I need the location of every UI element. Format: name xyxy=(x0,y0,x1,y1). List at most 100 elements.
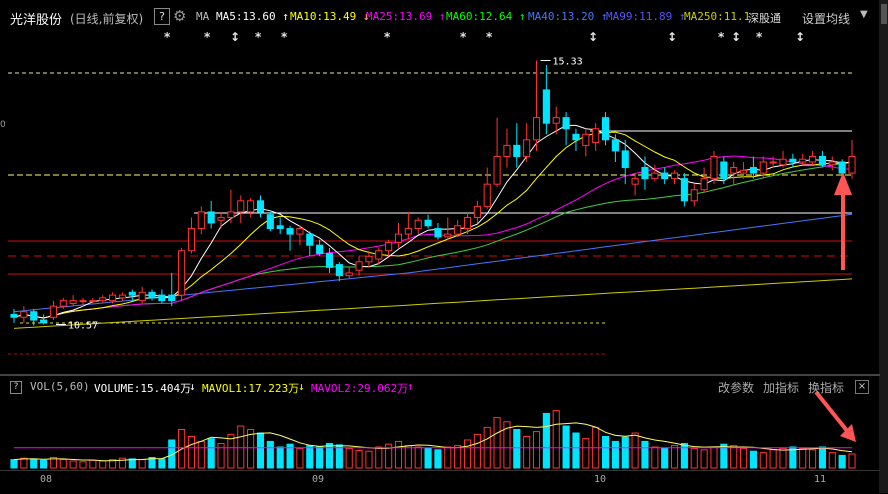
volume-bar xyxy=(670,445,679,469)
candle xyxy=(680,178,688,202)
candle xyxy=(444,233,452,238)
candle xyxy=(818,155,826,166)
volume-bar xyxy=(532,431,541,469)
candlestick-chart[interactable]: 15.33 10.57 xyxy=(0,0,880,493)
candle xyxy=(59,300,67,307)
candle xyxy=(109,294,117,302)
volume-bar xyxy=(661,447,669,469)
volume-bar xyxy=(138,459,146,469)
ma250-line xyxy=(13,278,853,329)
candle xyxy=(266,214,274,230)
candle xyxy=(572,133,580,141)
candle xyxy=(700,178,708,191)
candle xyxy=(247,200,255,213)
volume-bar xyxy=(799,447,807,469)
close-icon[interactable]: × xyxy=(855,380,869,394)
volume-bar xyxy=(434,449,442,469)
volume-bar xyxy=(769,449,777,469)
switch-indicator-button[interactable]: 换指标 xyxy=(808,379,844,396)
candle xyxy=(454,225,462,235)
candle xyxy=(789,158,797,163)
candle xyxy=(99,297,107,302)
candle xyxy=(316,244,324,255)
volume-value: VOLUME:15.404万 xyxy=(94,382,192,395)
volume-bar xyxy=(296,447,304,469)
candle xyxy=(276,225,284,230)
volume-bar xyxy=(345,447,353,469)
volume-bar xyxy=(158,458,166,469)
volume-bar xyxy=(523,436,531,469)
ma5-line xyxy=(13,124,853,319)
candle xyxy=(562,117,570,130)
volume-bar xyxy=(404,445,412,469)
candle xyxy=(178,250,186,296)
volume-bar xyxy=(276,446,284,469)
volume-bar xyxy=(306,445,314,469)
scrollbar-track[interactable] xyxy=(879,0,888,493)
candle xyxy=(385,241,393,252)
add-indicator-button[interactable]: 加指标 xyxy=(763,379,799,396)
volume-bar xyxy=(227,433,235,469)
volume-bar xyxy=(838,454,846,469)
candle xyxy=(355,261,363,271)
volume-bar xyxy=(493,417,501,469)
time-axis xyxy=(0,470,880,494)
candle xyxy=(365,255,373,263)
volume-bar xyxy=(848,453,856,469)
candle xyxy=(799,158,807,163)
candle xyxy=(592,128,600,144)
volume-bar xyxy=(828,452,836,469)
candle xyxy=(473,205,481,218)
candle xyxy=(79,300,87,303)
volume-bar xyxy=(40,459,48,469)
candle xyxy=(690,189,698,202)
volume-bar xyxy=(444,446,452,469)
candle xyxy=(306,233,314,246)
scrollbar-thumb[interactable] xyxy=(881,4,887,24)
volume-bar xyxy=(69,460,77,469)
candle xyxy=(286,228,294,235)
mavol1-value: MAVOL1:17.223万 xyxy=(202,382,300,395)
ma10-line xyxy=(13,131,853,319)
volume-bar xyxy=(739,447,748,469)
candle xyxy=(670,172,679,180)
candle xyxy=(414,219,422,230)
panel-divider[interactable] xyxy=(0,374,880,376)
volume-bar xyxy=(611,440,619,469)
volume-bar xyxy=(266,440,274,469)
volume-bar xyxy=(690,447,698,469)
candle xyxy=(148,291,156,299)
volume-bar xyxy=(779,447,787,469)
volume-bar xyxy=(335,444,343,469)
volume-indicator-name[interactable]: VOL(5,60) xyxy=(30,380,90,393)
volume-bar xyxy=(513,429,521,469)
volume-bar xyxy=(89,459,97,469)
candle xyxy=(227,211,235,218)
candle xyxy=(483,183,491,207)
high-price-label: 15.33 xyxy=(553,57,583,68)
volume-help-button[interactable]: ? xyxy=(10,381,22,394)
volume-bar xyxy=(463,439,472,469)
volume-bar xyxy=(79,461,87,469)
candle xyxy=(532,117,541,141)
volume-bar xyxy=(20,457,28,469)
candle xyxy=(828,161,836,166)
volume-bar xyxy=(700,449,708,469)
candle xyxy=(779,158,787,166)
volume-bar xyxy=(809,449,817,469)
candle xyxy=(463,216,472,230)
volume-bar xyxy=(30,458,38,469)
arrow-up-icon: ↑ xyxy=(407,380,414,393)
change-params-button[interactable]: 改参数 xyxy=(718,379,754,396)
volume-bar xyxy=(197,440,205,469)
candle xyxy=(809,155,817,163)
candle xyxy=(661,172,669,180)
month-label: 08 xyxy=(40,474,53,485)
candle xyxy=(158,294,166,302)
volume-bar xyxy=(759,452,767,469)
candle xyxy=(49,305,57,318)
candle xyxy=(89,300,97,303)
volume-bar xyxy=(237,425,245,469)
month-label: 10 xyxy=(594,474,607,485)
volume-bar xyxy=(454,445,462,469)
